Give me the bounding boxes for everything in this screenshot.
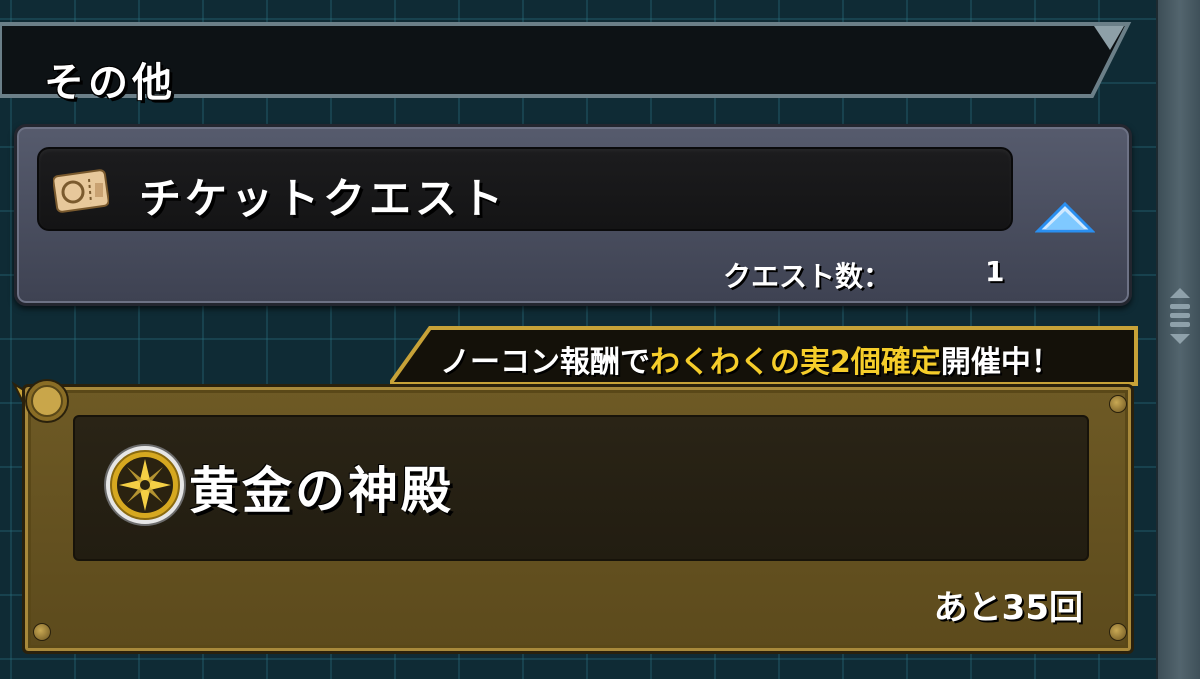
screw-icon: [33, 623, 51, 641]
quest-count-value: 1: [985, 255, 1005, 288]
golden-quest-bar[interactable]: 黄金の神殿: [73, 415, 1089, 561]
scrollbar[interactable]: [1156, 0, 1200, 679]
scroll-thumb-icon[interactable]: [1164, 286, 1196, 350]
gold-compass-medal-icon: [104, 444, 186, 526]
ticket-quest-label: チケットクエスト: [139, 174, 508, 223]
remaining-count: あと35回: [933, 588, 1083, 628]
screw-icon: [1109, 623, 1127, 641]
golden-quest-panel[interactable]: 黄金の神殿 あと35回: [22, 384, 1134, 654]
golden-quest-title: 黄金の神殿: [189, 462, 454, 520]
section-title: その他: [44, 60, 176, 106]
rivet-icon: [25, 379, 69, 423]
event-banner-text: ノーコン報酬でわくわくの実2個確定開催中！: [440, 337, 1061, 381]
event-banner-prefix: ノーコン報酬で: [440, 345, 650, 380]
screw-icon: [1109, 395, 1127, 413]
triangle-up-icon[interactable]: [1035, 201, 1095, 235]
ticket-quest-bar[interactable]: チケットクエスト: [37, 147, 1013, 231]
ticket-quest-panel[interactable]: チケットクエスト クエスト数： 1: [14, 124, 1132, 306]
event-banner-suffix: 開催中！: [940, 345, 1061, 380]
event-banner-highlight: わくわくの実2個確定: [650, 345, 941, 380]
golden-temple-quest[interactable]: ノーコン報酬でわくわくの実2個確定開催中！ 黄金の神殿 あと35回: [0, 326, 1160, 656]
ticket-icon: [53, 169, 109, 213]
section-header: その他: [0, 20, 1135, 106]
quest-count-label: クエスト数：: [723, 260, 892, 293]
